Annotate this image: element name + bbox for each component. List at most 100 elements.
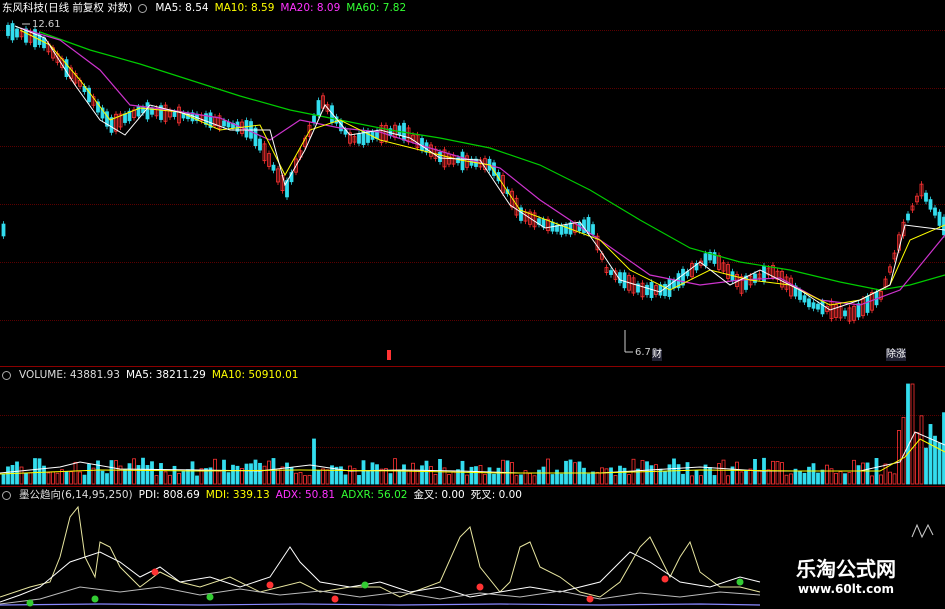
volume-bar (37, 458, 42, 485)
volume-bar (919, 415, 924, 485)
candle-body (933, 207, 937, 216)
mdi-value: MDI: 339.13 (205, 489, 270, 501)
volume-bar (469, 466, 474, 485)
volume-bar (906, 383, 910, 485)
volume-bar (645, 461, 649, 485)
adxr-value: ADXR: 56.02 (341, 489, 408, 501)
volume-ma10-value: MA10: 50910.01 (211, 369, 299, 381)
price-panel[interactable]: 12.61 6.7 财 除涨 东风科技(日线 前复权 对数) MA5: 8.54… (0, 0, 945, 366)
indicator-title: 墨公趋向(6,14,95,250) (19, 489, 133, 501)
volume-bar (132, 458, 136, 485)
volume-bar (177, 472, 181, 485)
volume-bar (87, 463, 91, 485)
volume-bar (190, 461, 195, 485)
volume-bar (676, 464, 681, 485)
candle-body (906, 213, 910, 221)
volume-bar (253, 459, 258, 485)
volume-value: VOLUME: 43881.93 (19, 369, 120, 381)
stock-title[interactable]: 东风科技(日线 前复权 对数) (2, 0, 132, 16)
candle-body (816, 303, 820, 310)
volume-bar (798, 471, 802, 485)
ma5-value: MA5: 8.54 (155, 2, 209, 14)
volume-bar (924, 447, 928, 485)
adx-value: ADX: 50.81 (275, 489, 336, 501)
volume-bar (856, 465, 861, 485)
candle-body (663, 283, 667, 297)
candle-body (856, 303, 861, 318)
volume-bar (325, 469, 330, 485)
volume-bar (73, 461, 78, 485)
volume-bar (559, 473, 564, 485)
volume-bar (838, 471, 843, 485)
settings-dot-icon[interactable] (138, 3, 148, 13)
mdi-line (0, 586, 761, 605)
volume-bar (433, 474, 438, 485)
volume-bar (55, 472, 60, 485)
volume-bar (928, 424, 933, 485)
volume-bar (685, 462, 690, 485)
volume-bar (780, 462, 784, 485)
volume-chart[interactable] (0, 367, 945, 486)
volume-bar (69, 471, 73, 485)
price-chart[interactable]: 12.61 6.7 (0, 0, 945, 366)
volume-bar (613, 475, 618, 485)
volume-bar (550, 474, 555, 485)
volume-bar (168, 474, 172, 485)
volume-bar (294, 472, 298, 485)
volume-bar (555, 469, 559, 485)
volume-bar (262, 465, 267, 485)
candle-body (622, 272, 627, 289)
settings-dot-icon[interactable] (2, 490, 11, 500)
volume-bar (24, 472, 28, 485)
volume-bar (672, 458, 676, 485)
settings-dot-icon[interactable] (2, 370, 11, 380)
volume-bar (6, 466, 10, 485)
volume-bar (735, 461, 739, 485)
volume-bar (487, 467, 492, 485)
finance-marker[interactable]: 财 (652, 349, 662, 361)
volume-bar (271, 458, 276, 485)
volume-bar (154, 475, 159, 485)
signal-marker (91, 595, 99, 603)
volume-bar (397, 469, 402, 485)
volume-bar (150, 461, 154, 485)
candle-body (316, 100, 321, 116)
volume-bar (537, 469, 541, 485)
volume-panel[interactable]: VOLUME: 43881.93 MA5: 38211.29 MA10: 509… (0, 367, 945, 486)
volume-bar (19, 466, 24, 485)
volume-bar (636, 468, 640, 485)
high-price-label: 12.61 (32, 19, 61, 30)
volume-bar (451, 471, 456, 485)
candle-body (798, 290, 802, 300)
volume-bar (172, 465, 177, 485)
volume-bar (519, 474, 523, 485)
volume-bar (213, 458, 217, 485)
volume-bar (654, 464, 658, 485)
volume-bar (582, 467, 586, 485)
volume-bar (492, 473, 496, 485)
volume-bar (231, 464, 235, 485)
volume-bar (888, 471, 892, 485)
watermark-url: www.60lt.com (797, 582, 895, 596)
signal-marker (361, 581, 369, 589)
candle-body (397, 125, 402, 136)
volume-bar (789, 473, 793, 485)
volume-bar (78, 471, 82, 485)
volume-bar (649, 465, 654, 485)
ma10-line (19, 29, 945, 306)
adxr-line (0, 603, 761, 606)
volume-bar (816, 472, 820, 485)
volume-bar (280, 466, 285, 485)
volume-bar (532, 475, 537, 485)
volume-bar (123, 469, 127, 485)
ex-rights-marker[interactable]: 除涨 (886, 349, 906, 361)
candle-body (928, 199, 933, 210)
signal-markers (26, 568, 744, 607)
volume-bar (825, 464, 829, 485)
volume-bar (105, 473, 109, 485)
candle-body (667, 278, 672, 297)
volume-bar (357, 475, 361, 485)
volume-bar (226, 472, 231, 485)
volume-bar (478, 465, 483, 485)
volume-bar (379, 468, 384, 485)
